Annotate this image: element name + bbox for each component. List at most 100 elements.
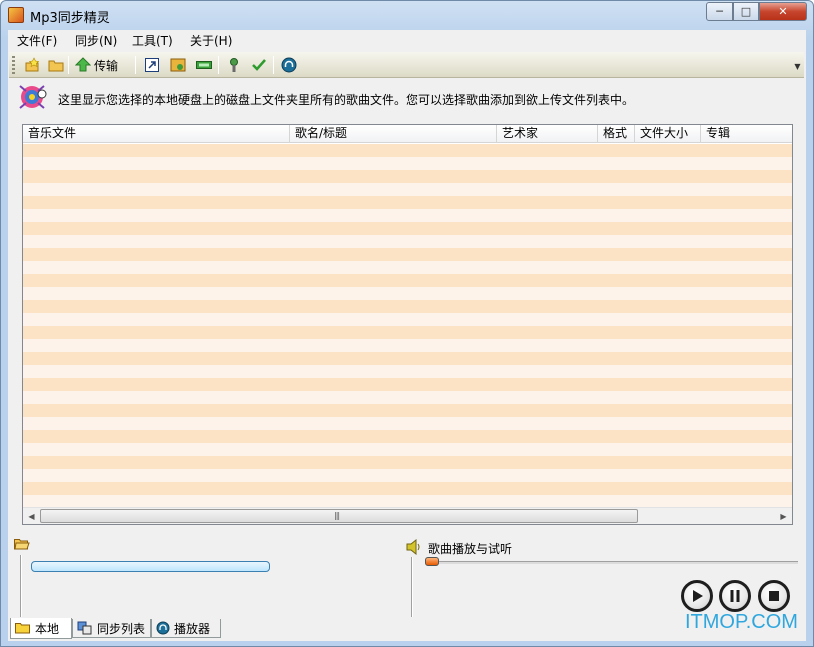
tab-local[interactable]: 本地 (10, 618, 72, 639)
empty-row (23, 313, 792, 326)
pause-button[interactable] (719, 580, 751, 612)
toolbar-separator (68, 56, 69, 74)
scrollbar-grip: ||| (334, 511, 340, 520)
song-list[interactable]: 音乐文件 歌名/标题 艺术家 格式 文件大小 专辑 ◀ ||| ▶ (22, 124, 793, 525)
maximize-button[interactable]: □ (733, 2, 759, 21)
export-button[interactable] (143, 56, 161, 74)
info-bar: 这里显示您选择的本地硬盘上的磁盘上文件夹里所有的歌曲文件。您可以选择歌曲添加到欲… (8, 80, 806, 118)
empty-row (23, 222, 792, 235)
empty-row (23, 352, 792, 365)
column-header-artist[interactable]: 艺术家 (497, 125, 598, 143)
music-disc-icon (19, 85, 47, 109)
seek-track[interactable] (430, 561, 798, 564)
tab-label: 同步列表 (97, 621, 146, 636)
settings-button[interactable] (225, 56, 243, 74)
empty-row (23, 482, 792, 495)
checkmark-icon (252, 59, 266, 71)
speaker-icon (406, 539, 420, 555)
empty-row (23, 144, 792, 157)
transfer-button[interactable]: 传输 (75, 56, 127, 74)
watermark: ITMOP.COM (685, 611, 798, 633)
add-files-icon (25, 57, 40, 72)
toolbar: 传输 ▼ (9, 52, 804, 78)
menu-about[interactable]: 关于(H) (190, 32, 232, 49)
horizontal-scrollbar[interactable]: ◀ ||| ▶ (23, 507, 792, 524)
toolbar-separator (135, 56, 136, 74)
list-rows (23, 144, 792, 507)
playlist-icon (170, 58, 186, 72)
add-files-button[interactable] (23, 56, 41, 74)
empty-row (23, 248, 792, 261)
stop-button[interactable] (758, 580, 790, 612)
open-folder-button[interactable] (47, 56, 65, 74)
column-header-file-size[interactable]: 文件大小 (635, 125, 701, 143)
toolbar-grip[interactable] (12, 56, 15, 74)
tab-label: 播放器 (174, 621, 211, 636)
empty-row (23, 404, 792, 417)
menu-file[interactable]: 文件(F) (17, 32, 57, 49)
play-icon (693, 590, 703, 602)
column-header-music-file[interactable]: 音乐文件 (23, 125, 290, 143)
scroll-right-arrow[interactable]: ▶ (775, 508, 792, 524)
empty-row (23, 261, 792, 274)
player-button[interactable] (280, 56, 298, 74)
tab-player[interactable]: 播放器 (151, 619, 221, 638)
folder-open-icon (14, 539, 30, 550)
empty-row (23, 235, 792, 248)
empty-row (23, 365, 792, 378)
title-bar[interactable]: Mp3同步精灵 ─ □ ✕ (1, 1, 813, 29)
column-header-title[interactable]: 歌名/标题 (290, 125, 497, 143)
empty-row (23, 183, 792, 196)
column-header-format[interactable]: 格式 (598, 125, 635, 143)
toolbar-separator (218, 56, 219, 74)
tab-sync-list[interactable]: 同步列表 (72, 619, 151, 638)
empty-row (23, 326, 792, 339)
column-header-album[interactable]: 专辑 (701, 125, 792, 143)
maximize-icon: □ (740, 5, 752, 18)
toolbar-separator (273, 56, 274, 74)
empty-row (23, 274, 792, 287)
empty-row (23, 469, 792, 482)
scrollbar-thumb[interactable]: ||| (40, 509, 638, 523)
transfer-label: 传输 (94, 58, 119, 73)
menu-bar: 文件(F) 同步(N) 工具(T) 关于(H) (8, 30, 806, 50)
empty-row (23, 430, 792, 443)
client-area: 文件(F) 同步(N) 工具(T) 关于(H) 传输 ▼ 这里显示您选择的本地硬… (8, 30, 806, 641)
wizard-icon (230, 58, 238, 72)
scroll-left-arrow[interactable]: ◀ (23, 508, 40, 524)
close-button[interactable]: ✕ (759, 2, 807, 21)
app-window: Mp3同步精灵 ─ □ ✕ 文件(F) 同步(N) 工具(T) 关于(H) 传输… (0, 0, 814, 647)
sync-list-icon (77, 621, 92, 635)
divider (20, 555, 22, 617)
empty-row (23, 157, 792, 170)
export-icon (145, 58, 159, 72)
memory-card-icon (196, 61, 212, 69)
empty-row (23, 456, 792, 469)
empty-row (23, 170, 792, 183)
headphones-icon (156, 621, 170, 635)
seek-slider-thumb[interactable] (425, 557, 439, 566)
info-description: 这里显示您选择的本地硬盘上的磁盘上文件夹里所有的歌曲文件。您可以选择歌曲添加到欲… (58, 93, 635, 107)
confirm-button[interactable] (250, 56, 268, 74)
toolbar-overflow-chevron[interactable]: ▼ (793, 62, 802, 76)
menu-sync[interactable]: 同步(N) (75, 32, 117, 49)
device-button[interactable] (195, 56, 213, 74)
menu-tools[interactable]: 工具(T) (132, 32, 173, 49)
minimize-icon: ─ (716, 5, 723, 18)
tab-label: 本地 (35, 621, 60, 636)
empty-row (23, 339, 792, 352)
headphones-icon (281, 57, 297, 73)
folder-icon (15, 623, 30, 634)
stop-icon (769, 591, 779, 601)
playlist-button[interactable] (169, 56, 187, 74)
player-section-label: 歌曲播放与试听 (428, 542, 513, 556)
open-folder-icon (48, 60, 64, 72)
play-button[interactable] (681, 580, 713, 612)
empty-row (23, 443, 792, 456)
empty-row (23, 209, 792, 222)
empty-row (23, 300, 792, 313)
minimize-button[interactable]: ─ (706, 2, 733, 21)
empty-row (23, 378, 792, 391)
empty-row (23, 417, 792, 430)
empty-row (23, 495, 792, 507)
